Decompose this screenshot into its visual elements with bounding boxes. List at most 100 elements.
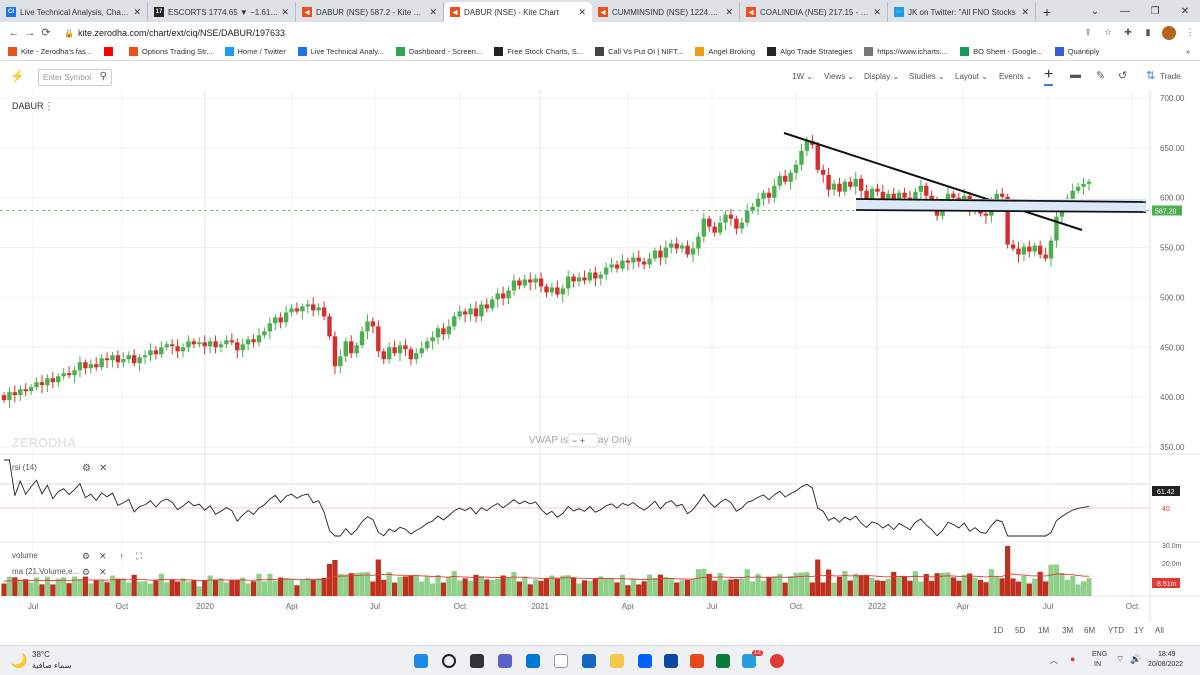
chrome-icon[interactable] xyxy=(770,654,784,668)
symbol-label[interactable]: DABUR xyxy=(12,101,44,111)
tab-close-icon[interactable]: ✕ xyxy=(873,7,881,18)
bookmark-item[interactable]: Home / Twitter xyxy=(224,47,286,56)
extensions-icon[interactable]: ✚ xyxy=(1118,27,1138,38)
tab-close-icon[interactable]: ✕ xyxy=(429,7,437,18)
range-button-3m[interactable]: 3M xyxy=(1062,626,1073,635)
bookmark-item[interactable]: Live Technical Analy... xyxy=(297,47,384,56)
browser-tab[interactable]: ◀ DABUR (NSE) 587.2 - Kite Chart ✕ xyxy=(296,2,444,22)
volume-close-icon[interactable]: ✕ xyxy=(99,551,107,561)
events-menu[interactable]: Events ⌄ xyxy=(999,72,1032,81)
bookmark-item[interactable]: https://www.icharts.... xyxy=(864,47,948,56)
dropbox-icon[interactable] xyxy=(638,654,652,668)
tab-close-icon[interactable]: ✕ xyxy=(1021,7,1029,18)
forward-icon[interactable]: → xyxy=(22,27,38,39)
bookmark-item[interactable]: Dashboard - Screen... xyxy=(395,47,482,56)
volume-settings-gear-icon[interactable]: ⚙ xyxy=(82,551,90,561)
wifi-icon[interactable]: ⌔ xyxy=(1116,654,1124,665)
tab-close-icon[interactable]: ✕ xyxy=(578,7,586,18)
url-field[interactable]: 🔒 kite.zerodha.com/chart/ext/ciq/NSE/DABU… xyxy=(64,28,1078,38)
office-icon[interactable] xyxy=(690,654,704,668)
range-button-1m[interactable]: 1M xyxy=(1038,626,1049,635)
language-code[interactable]: ENG xyxy=(1092,651,1107,658)
ma-settings-gear-icon[interactable]: ⚙ xyxy=(82,567,90,577)
trade-button[interactable]: Trade xyxy=(1160,72,1181,81)
bookmark-item[interactable]: Quantiply xyxy=(1054,47,1099,56)
file-explorer-icon[interactable] xyxy=(610,654,624,668)
tab-close-icon[interactable]: ✕ xyxy=(133,7,141,18)
bookmarks-overflow-icon[interactable]: » xyxy=(1186,47,1190,56)
tray-antivirus-icon[interactable]: ● xyxy=(1070,654,1075,664)
bookmark-item[interactable] xyxy=(104,47,117,56)
browser-tab[interactable]: 🐦 JK on Twitter: "All FNO Stocks ✕ xyxy=(888,2,1036,22)
edge-icon[interactable] xyxy=(716,654,730,668)
interval-dropdown[interactable]: 1W ⌄ xyxy=(792,72,813,81)
profile-avatar[interactable] xyxy=(1162,25,1176,40)
rsi-settings-gear-icon[interactable]: ⚙ xyxy=(82,463,91,474)
range-button-6m[interactable]: 6M xyxy=(1084,626,1095,635)
symbol-menu-icon[interactable]: ⋮ xyxy=(44,101,54,112)
browser-tab[interactable]: 17 ESCORTS 1774.65 ▼ −1.61% Nif ✕ xyxy=(148,2,296,22)
bookmark-star-icon[interactable]: ☆ xyxy=(1098,27,1118,38)
browser-tab[interactable]: ◀ COALINDIA (NSE) 217.15 - Kite ✕ xyxy=(740,2,888,22)
bookmark-item[interactable]: Call Vs Put OI | NIFT... xyxy=(595,47,683,56)
symbol-search-input[interactable]: Enter Symbol ⚲ xyxy=(38,69,112,86)
views-menu[interactable]: Views ⌄ xyxy=(824,72,854,81)
bookmark-item[interactable]: Kite - Zerodha's fas... xyxy=(8,47,92,56)
close-window-icon[interactable]: ✕ xyxy=(1170,0,1200,22)
bookmark-item[interactable]: Angel Broking xyxy=(695,47,755,56)
telegram-icon[interactable] xyxy=(742,654,756,668)
rsi-close-icon[interactable]: ✕ xyxy=(99,463,107,474)
price-chart[interactable]: 700.00 650.00 600.00 550.00 500.00 450.00 400.… xyxy=(0,90,1200,622)
volume-expand-icon[interactable]: ⛶ xyxy=(135,551,143,561)
range-button-5d[interactable]: 5D xyxy=(1015,626,1025,635)
clock-time[interactable]: 18:49 xyxy=(1158,651,1176,658)
crosshair-tool-icon[interactable]: − + xyxy=(572,436,585,446)
rsi-label[interactable]: rsi (14) xyxy=(12,463,37,472)
back-icon[interactable]: ← xyxy=(6,27,22,39)
bookmark-item[interactable]: BO Sheet - Google... xyxy=(960,47,1043,56)
volume-label[interactable]: volume xyxy=(12,551,38,560)
browser-tab[interactable]: CI Live Technical Analysis, Charts, S ✕ xyxy=(0,2,148,22)
studies-menu[interactable]: Studies ⌄ xyxy=(909,72,945,81)
tab-close-icon[interactable]: ✕ xyxy=(725,7,733,18)
volume-move-up-icon[interactable]: ↑ xyxy=(119,551,124,561)
app-store-icon[interactable] xyxy=(664,654,678,668)
bookmark-item[interactable]: Algo Trade Strategies xyxy=(767,47,852,56)
reload-icon[interactable]: ⟳ xyxy=(38,26,54,39)
range-button-ytd[interactable]: YTD xyxy=(1108,626,1124,635)
search-taskbar-icon[interactable] xyxy=(442,654,456,668)
start-windows-icon[interactable] xyxy=(414,654,428,668)
lightning-icon[interactable]: ⚡ xyxy=(10,69,25,83)
range-button-1y[interactable]: 1Y xyxy=(1134,626,1144,635)
display-menu[interactable]: Display ⌄ xyxy=(864,72,899,81)
share-icon[interactable]: ⇪ xyxy=(1078,27,1098,38)
teams-chat-icon[interactable] xyxy=(498,654,512,668)
bookmark-item[interactable]: Options Trading Str... xyxy=(129,47,213,56)
browser-menu-icon[interactable]: ⋮ xyxy=(1180,27,1200,38)
draw-pencil-icon[interactable]: ✎ xyxy=(1096,69,1105,82)
range-button-all[interactable]: All xyxy=(1155,626,1164,635)
minimize-icon[interactable]: — xyxy=(1110,0,1140,22)
tab-close-icon[interactable]: ✕ xyxy=(281,7,289,18)
range-button-1d[interactable]: 1D xyxy=(993,626,1003,635)
new-tab-icon[interactable]: + xyxy=(1036,2,1058,22)
weather-moon-icon[interactable]: 🌙 xyxy=(10,652,27,669)
amazon-app-icon[interactable] xyxy=(554,654,568,668)
layout-menu[interactable]: Layout ⌄ xyxy=(955,72,988,81)
tab-search-icon[interactable]: ⌄ xyxy=(1080,0,1110,22)
sidebar-icon[interactable]: ▮ xyxy=(1138,27,1158,38)
speaker-icon[interactable]: 🔊 xyxy=(1130,654,1141,665)
browser-tab[interactable]: ◀ CUMMINSIND (NSE) 1224.4 - Ki ✕ xyxy=(592,2,740,22)
comment-icon[interactable]: ▬ xyxy=(1070,69,1081,81)
crosshair-icon[interactable]: + xyxy=(1044,66,1054,86)
restore-icon[interactable]: ❐ xyxy=(1140,0,1170,22)
ma-close-icon[interactable]: ✕ xyxy=(99,567,107,577)
trade-icon[interactable]: ⇅ xyxy=(1146,69,1155,82)
browser-tab[interactable]: ◀ DABUR (NSE) - Kite Chart ✕ xyxy=(444,2,592,22)
widgets-icon[interactable] xyxy=(526,654,540,668)
mail-icon[interactable] xyxy=(582,654,596,668)
undo-icon[interactable]: ↺ xyxy=(1118,69,1127,82)
tray-chevron-icon[interactable]: ︿ xyxy=(1050,655,1058,666)
task-view-icon[interactable] xyxy=(470,654,484,668)
ma-label[interactable]: ma (21,Volume,e... xyxy=(12,567,79,576)
